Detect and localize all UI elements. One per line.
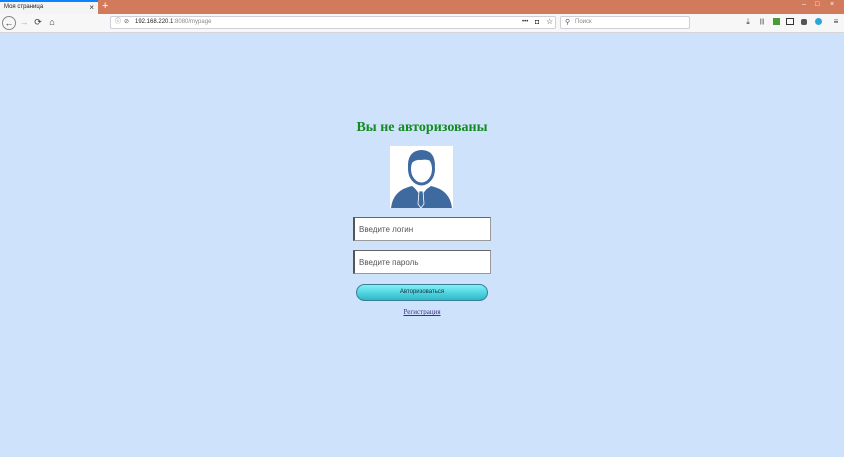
home-icon[interactable]: ⌂ bbox=[45, 15, 59, 29]
permissions-icon[interactable]: ⊘ bbox=[124, 17, 129, 28]
extension-green-icon[interactable] bbox=[771, 16, 781, 28]
extension-blue-icon[interactable] bbox=[813, 16, 823, 28]
forward-icon[interactable]: → bbox=[17, 15, 31, 29]
close-window-icon[interactable]: × bbox=[830, 0, 834, 10]
sidebar-icon[interactable] bbox=[785, 16, 795, 28]
register-link[interactable]: Регистрация bbox=[336, 308, 508, 316]
back-icon[interactable]: ← bbox=[2, 16, 16, 30]
info-icon[interactable]: ⓘ bbox=[115, 17, 121, 28]
tab-title: Моя страница bbox=[4, 4, 44, 10]
login-input[interactable] bbox=[353, 217, 491, 241]
extension-icon[interactable] bbox=[799, 16, 809, 28]
download-icon[interactable]: ⤓ bbox=[743, 16, 753, 28]
minimize-icon[interactable]: – bbox=[802, 0, 806, 10]
navigation-bar: ← → ⟳ ⌂ ⓘ ⊘ 192.168.220.1:8080/mypage ••… bbox=[0, 14, 844, 33]
maximize-icon[interactable]: □ bbox=[815, 0, 819, 10]
browser-tab[interactable]: Моя страница × bbox=[0, 0, 98, 14]
login-button[interactable]: Авторизоваться bbox=[356, 284, 488, 301]
library-icon[interactable]: ||| bbox=[757, 16, 767, 28]
search-bar[interactable]: ⚲ Поиск bbox=[560, 16, 690, 29]
menu-icon[interactable]: ≡ bbox=[831, 16, 841, 28]
search-placeholder: Поиск bbox=[575, 19, 592, 25]
page-title: Вы не авторизованы bbox=[356, 120, 488, 135]
title-bar: Моя страница × + – □ × bbox=[0, 0, 844, 14]
address-bar[interactable]: ⓘ ⊘ 192.168.220.1:8080/mypage ••• ◘ ☆ bbox=[110, 16, 556, 29]
page-actions-icon[interactable]: ••• bbox=[522, 17, 528, 28]
search-icon: ⚲ bbox=[565, 19, 571, 26]
tab-close-icon[interactable]: × bbox=[89, 2, 94, 13]
pocket-icon[interactable]: ◘ bbox=[535, 17, 539, 28]
password-input[interactable] bbox=[353, 250, 491, 274]
url-text: 192.168.220.1:8080/mypage bbox=[135, 19, 212, 25]
user-avatar-icon bbox=[390, 146, 453, 209]
reload-icon[interactable]: ⟳ bbox=[31, 15, 45, 29]
bookmark-star-icon[interactable]: ☆ bbox=[546, 16, 553, 27]
new-tab-button[interactable]: + bbox=[102, 0, 108, 13]
